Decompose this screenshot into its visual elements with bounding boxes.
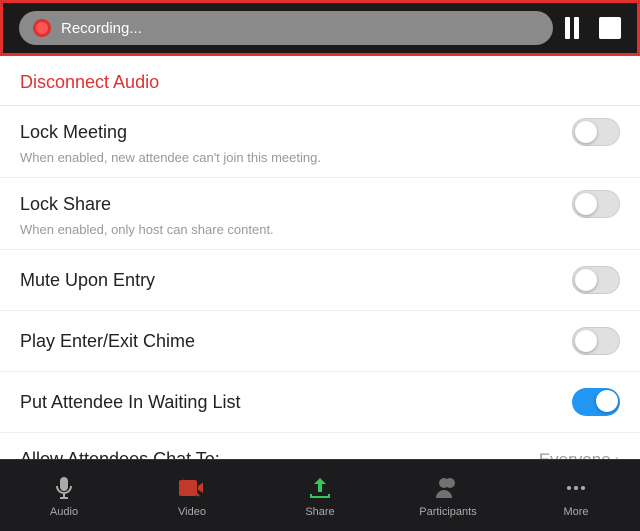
participants-icon: [434, 474, 462, 502]
lock-share-label: Lock Share: [20, 194, 111, 215]
pause-button[interactable]: [565, 17, 579, 39]
tab-video[interactable]: Video: [128, 474, 256, 518]
waiting-list-label: Put Attendee In Waiting List: [20, 392, 240, 413]
chat-to-value[interactable]: Everyone ›: [539, 450, 620, 460]
lock-share-item: Lock Share When enabled, only host can s…: [0, 178, 640, 250]
tab-share[interactable]: Share: [256, 474, 384, 518]
disconnect-audio-section[interactable]: Disconnect Audio: [0, 56, 640, 106]
lock-meeting-label: Lock Meeting: [20, 122, 127, 143]
stop-button[interactable]: [599, 17, 621, 39]
tab-audio-label: Audio: [50, 506, 78, 518]
waiting-list-item: Put Attendee In Waiting List: [0, 372, 640, 433]
main-panel: Disconnect Audio Lock Meeting When enabl…: [0, 56, 640, 459]
share-icon: [306, 474, 334, 502]
tab-audio[interactable]: Audio: [0, 474, 128, 518]
tab-video-label: Video: [178, 506, 206, 518]
settings-list: Lock Meeting When enabled, new attendee …: [0, 106, 640, 459]
video-icon: [178, 474, 206, 502]
chat-to-value-text: Everyone: [539, 450, 611, 460]
lock-meeting-toggle[interactable]: [572, 118, 620, 146]
tab-participants-label: Participants: [419, 506, 476, 518]
mute-upon-entry-item: Mute Upon Entry: [0, 250, 640, 311]
recording-pill: Recording...: [19, 11, 553, 45]
recording-dot-icon: [33, 19, 51, 37]
recording-controls: [565, 17, 621, 39]
audio-icon: [50, 474, 78, 502]
lock-meeting-desc: When enabled, new attendee can't join th…: [20, 150, 620, 165]
chat-to-label: Allow Attendees Chat To:: [20, 449, 220, 459]
more-icon: [562, 474, 590, 502]
chat-to-item[interactable]: Allow Attendees Chat To: Everyone ›: [0, 433, 640, 459]
play-chime-item: Play Enter/Exit Chime: [0, 311, 640, 372]
tab-share-label: Share: [305, 506, 334, 518]
chevron-right-icon: ›: [615, 451, 620, 460]
tab-bar: Audio Video Share Participants: [0, 459, 640, 531]
tab-participants[interactable]: Participants: [384, 474, 512, 518]
disconnect-audio-label[interactable]: Disconnect Audio: [20, 72, 159, 92]
play-chime-label: Play Enter/Exit Chime: [20, 331, 195, 352]
recording-bar: Recording...: [0, 0, 640, 56]
tab-more[interactable]: More: [512, 474, 640, 518]
tab-more-label: More: [563, 506, 588, 518]
recording-label: Recording...: [61, 20, 142, 37]
lock-meeting-item: Lock Meeting When enabled, new attendee …: [0, 106, 640, 178]
lock-share-toggle[interactable]: [572, 190, 620, 218]
waiting-list-toggle[interactable]: [572, 388, 620, 416]
mute-upon-entry-toggle[interactable]: [572, 266, 620, 294]
mute-upon-entry-label: Mute Upon Entry: [20, 270, 155, 291]
lock-share-desc: When enabled, only host can share conten…: [20, 222, 620, 237]
play-chime-toggle[interactable]: [572, 327, 620, 355]
